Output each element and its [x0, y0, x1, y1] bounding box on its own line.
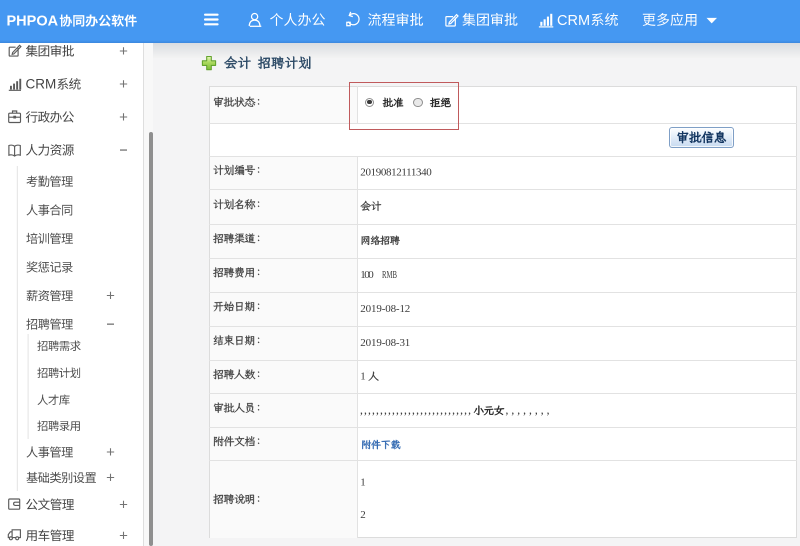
svg-text:+: +: [119, 496, 128, 513]
svg-text:+: +: [119, 109, 128, 126]
svg-text:1: 1: [360, 371, 366, 383]
svg-text:1: 1: [360, 477, 366, 489]
svg-text:+: +: [106, 287, 115, 304]
svg-text:,,,,,,,,: ,,,,,,,,: [506, 405, 550, 417]
svg-text:2019-08-12: 2019-08-12: [360, 303, 410, 315]
svg-text:+: +: [119, 527, 128, 544]
svg-text:CRM: CRM: [26, 77, 57, 92]
svg-text:2019-08-31: 2019-08-31: [360, 337, 410, 349]
svg-text:100: 100: [360, 269, 374, 281]
svg-text:,,,,,,,,,,,,,,,,,,,,,,,,,,,,: ,,,,,,,,,,,,,,,,,,,,,,,,,,,,: [360, 405, 471, 417]
svg-text:CRM: CRM: [557, 13, 590, 29]
svg-text:+: +: [119, 76, 128, 93]
svg-text:2: 2: [360, 509, 366, 521]
svg-text:20190812111340: 20190812111340: [360, 167, 432, 179]
svg-text:+: +: [106, 444, 115, 461]
svg-text:+: +: [106, 469, 115, 486]
svg-text:PHPOA: PHPOA: [7, 14, 59, 30]
svg-text:+: +: [119, 43, 128, 60]
svg-text:RMB: RMB: [382, 270, 397, 281]
